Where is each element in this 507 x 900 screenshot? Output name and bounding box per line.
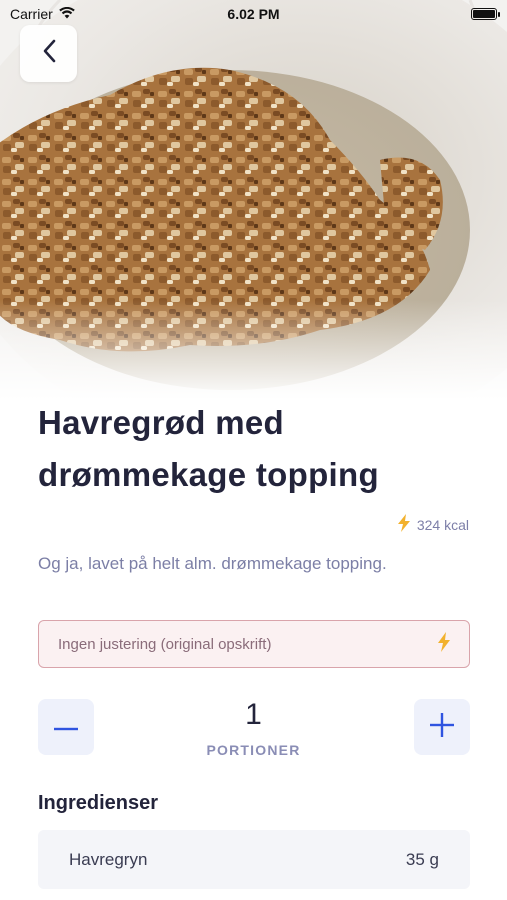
status-left: Carrier — [10, 6, 75, 22]
adjustment-selector[interactable]: Ingen justering (original opskrift) — [38, 620, 470, 668]
ingredient-name: Havregryn — [69, 849, 148, 869]
battery-icon — [471, 8, 500, 20]
status-time: 6.02 PM — [227, 6, 280, 22]
carrier-label: Carrier — [10, 6, 53, 22]
back-button[interactable] — [20, 25, 77, 82]
increase-portions-button[interactable] — [414, 699, 470, 755]
recipe-description: Og ja, lavet på helt alm. drømmekage top… — [38, 554, 387, 573]
wifi-icon — [58, 6, 75, 22]
chevron-left-icon — [42, 39, 56, 68]
lightning-icon — [437, 632, 451, 656]
ingredient-amount: 35 g — [405, 849, 439, 869]
adjustment-label: Ingen justering (original opskrift) — [58, 635, 272, 653]
ingredient-row: Havregryn 35 g — [38, 830, 470, 889]
kcal-value: 324 kcal — [416, 516, 469, 533]
lightning-icon — [397, 514, 411, 535]
plus-icon — [430, 712, 454, 742]
ingredients-title: Ingredienser — [38, 792, 159, 814]
recipe-title: Havregrød med drømmekage topping — [38, 404, 379, 493]
status-bar: Carrier 6.02 PM — [0, 0, 507, 28]
kcal-badge: 324 kcal — [397, 514, 469, 535]
